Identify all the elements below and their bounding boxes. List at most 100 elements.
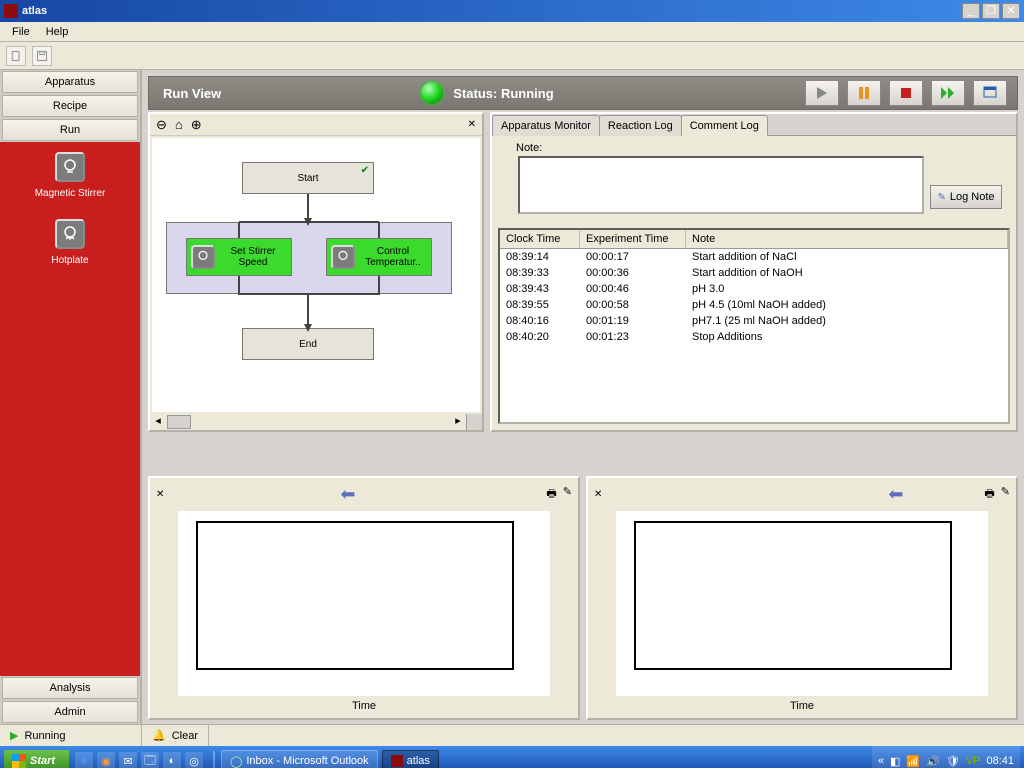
status-clear[interactable]: Clear xyxy=(172,730,198,742)
tab-reaction-log[interactable]: Reaction Log xyxy=(599,115,682,136)
sidebar-analysis[interactable]: Analysis xyxy=(2,677,138,699)
th-clock[interactable]: Clock Time xyxy=(500,230,580,248)
upper-panels: ⊖ ⌂ ⊕ ✕ Start ✔ Set Stirrer Speed xyxy=(142,112,1024,472)
zoom-out-icon[interactable]: ⊖ xyxy=(156,117,167,133)
arrow-left-icon[interactable]: ⬅ xyxy=(340,484,355,505)
quick-launch: e ◉ ✉ 🗔 ◐ ◎ xyxy=(75,752,203,768)
log-note-button[interactable]: ✎ Log Note xyxy=(930,185,1002,209)
th-note[interactable]: Note xyxy=(686,230,1008,248)
tray-icon[interactable]: ◧ xyxy=(890,755,900,768)
flow-hscroll[interactable]: ◂ ▸ xyxy=(150,414,482,430)
edit-icon[interactable]: ✎ xyxy=(1001,485,1010,504)
system-tray: « ◧ 📶 🔊 🛡 VP 08:41 xyxy=(872,746,1020,768)
home-icon[interactable]: ⌂ xyxy=(175,117,183,132)
sidebar-run[interactable]: Run xyxy=(2,119,138,141)
status-running: Running xyxy=(24,730,65,742)
app-ql-icon[interactable]: ◎ xyxy=(185,752,203,768)
tray-expand-icon[interactable]: « xyxy=(878,755,884,767)
taskbar-outlook[interactable]: ◯ Inbox - Microsoft Outlook xyxy=(221,750,378,768)
hotplate-icon[interactable] xyxy=(55,219,85,249)
window-options-button[interactable] xyxy=(973,80,1007,106)
menu-file[interactable]: File xyxy=(4,24,38,40)
restore-button[interactable]: ❐ xyxy=(982,3,1000,19)
sidebar-devices: Magnetic Stirrer Hotplate xyxy=(0,142,140,676)
tray-icon[interactable]: 🔊 xyxy=(926,755,940,768)
stirrer-icon[interactable] xyxy=(55,152,85,182)
flow-canvas[interactable]: Start ✔ Set Stirrer Speed Control Temper… xyxy=(152,138,480,412)
content: Run View Status: Running ⊖ ⌂ ⊕ ✕ xyxy=(142,70,1024,724)
app-icon xyxy=(4,4,18,18)
menubar: File Help xyxy=(0,22,1024,42)
chart-right-canvas[interactable] xyxy=(616,511,988,696)
sidebar: Apparatus Recipe Run Magnetic Stirrer Ho… xyxy=(0,70,142,724)
print-icon[interactable]: 🖶 xyxy=(984,485,994,504)
arrow-left-icon[interactable]: ⬅ xyxy=(888,484,903,505)
runview-title: Run View xyxy=(163,86,221,101)
stop-button[interactable] xyxy=(889,80,923,106)
table-row[interactable]: 08:39:1400:00:17Start addition of NaCl xyxy=(500,249,1008,265)
log-tbody: 08:39:1400:00:17Start addition of NaCl08… xyxy=(500,249,1008,345)
save-icon[interactable] xyxy=(32,46,52,66)
start-button[interactable]: Start xyxy=(4,750,69,768)
note-textarea[interactable] xyxy=(518,156,924,214)
sidebar-apparatus[interactable]: Apparatus xyxy=(2,71,138,93)
chart-close-icon[interactable]: ✕ xyxy=(594,489,602,500)
taskbar-atlas[interactable]: atlas xyxy=(382,750,439,768)
status-label: Status: Running xyxy=(453,86,553,101)
chart-xlabel: Time xyxy=(156,698,572,712)
firefox-icon[interactable]: ◉ xyxy=(97,752,115,768)
tab-apparatus-monitor[interactable]: Apparatus Monitor xyxy=(492,115,600,136)
close-button[interactable]: ✕ xyxy=(1002,3,1020,19)
edit-icon[interactable]: ✎ xyxy=(563,485,572,504)
pause-button[interactable] xyxy=(847,80,881,106)
note-icon: ✎ xyxy=(937,192,945,203)
fastforward-button[interactable] xyxy=(931,80,965,106)
table-row[interactable]: 08:40:2000:01:23Stop Additions xyxy=(500,329,1008,345)
toolbar xyxy=(0,42,1024,70)
app-statusbar: ▶ Running 🔔 Clear xyxy=(0,724,1024,746)
taskbar: Start e ◉ ✉ 🗔 ◐ ◎ ◯ Inbox - Microsoft Ou… xyxy=(0,746,1024,768)
minimize-button[interactable]: _ xyxy=(962,3,980,19)
tab-comment-log[interactable]: Comment Log xyxy=(681,115,768,136)
panel-close-icon[interactable]: ✕ xyxy=(468,119,476,130)
log-table: Clock Time Experiment Time Note 08:39:14… xyxy=(498,228,1010,424)
table-row[interactable]: 08:39:4300:00:46pH 3.0 xyxy=(500,281,1008,297)
bell-icon[interactable]: 🔔 xyxy=(152,729,166,742)
charts-row: ✕ ⬅ 🖶 ✎ Time ✕ ⬅ 🖶 ✎ xyxy=(142,472,1024,724)
sidebar-recipe[interactable]: Recipe xyxy=(2,95,138,117)
chart-left-canvas[interactable] xyxy=(178,511,550,696)
tray-icon[interactable]: VP xyxy=(966,755,981,767)
print-icon[interactable]: 🖶 xyxy=(546,485,556,504)
tray-icon[interactable]: 🛡 xyxy=(946,755,960,768)
tray-icon[interactable]: 📶 xyxy=(906,755,920,768)
desktop-icon[interactable]: 🗔 xyxy=(141,752,159,768)
play-button[interactable] xyxy=(805,80,839,106)
window-title: atlas xyxy=(22,5,47,17)
media-icon[interactable]: ◐ xyxy=(163,752,181,768)
status-led xyxy=(421,82,443,104)
atlas-tb-icon xyxy=(391,755,403,767)
zoom-in-icon[interactable]: ⊕ xyxy=(191,117,202,133)
mail-icon[interactable]: ✉ xyxy=(119,752,137,768)
play-small-icon: ▶ xyxy=(10,729,18,742)
sidebar-admin[interactable]: Admin xyxy=(2,701,138,723)
stirrer-label: Magnetic Stirrer xyxy=(35,188,106,199)
hotplate-label: Hotplate xyxy=(51,255,88,266)
main: Apparatus Recipe Run Magnetic Stirrer Ho… xyxy=(0,70,1024,724)
outlook-icon: ◯ xyxy=(230,755,242,768)
chart-right: ✕ ⬅ 🖶 ✎ Time xyxy=(586,476,1018,720)
log-panel: Apparatus Monitor Reaction Log Comment L… xyxy=(490,112,1018,432)
table-row[interactable]: 08:39:3300:00:36Start addition of NaOH xyxy=(500,265,1008,281)
chart-close-icon[interactable]: ✕ xyxy=(156,489,164,500)
ie-icon[interactable]: e xyxy=(75,752,93,768)
chart-xlabel: Time xyxy=(594,698,1010,712)
titlebar: atlas _ ❐ ✕ xyxy=(0,0,1024,22)
th-exptime[interactable]: Experiment Time xyxy=(580,230,686,248)
menu-help[interactable]: Help xyxy=(38,24,77,40)
new-icon[interactable] xyxy=(6,46,26,66)
table-row[interactable]: 08:39:5500:00:58pH 4.5 (10ml NaOH added) xyxy=(500,297,1008,313)
table-row[interactable]: 08:40:1600:01:19pH7.1 (25 ml NaOH added) xyxy=(500,313,1008,329)
chart-left: ✕ ⬅ 🖶 ✎ Time xyxy=(148,476,580,720)
flow-panel: ⊖ ⌂ ⊕ ✕ Start ✔ Set Stirrer Speed xyxy=(148,112,484,432)
windows-icon xyxy=(12,754,26,768)
